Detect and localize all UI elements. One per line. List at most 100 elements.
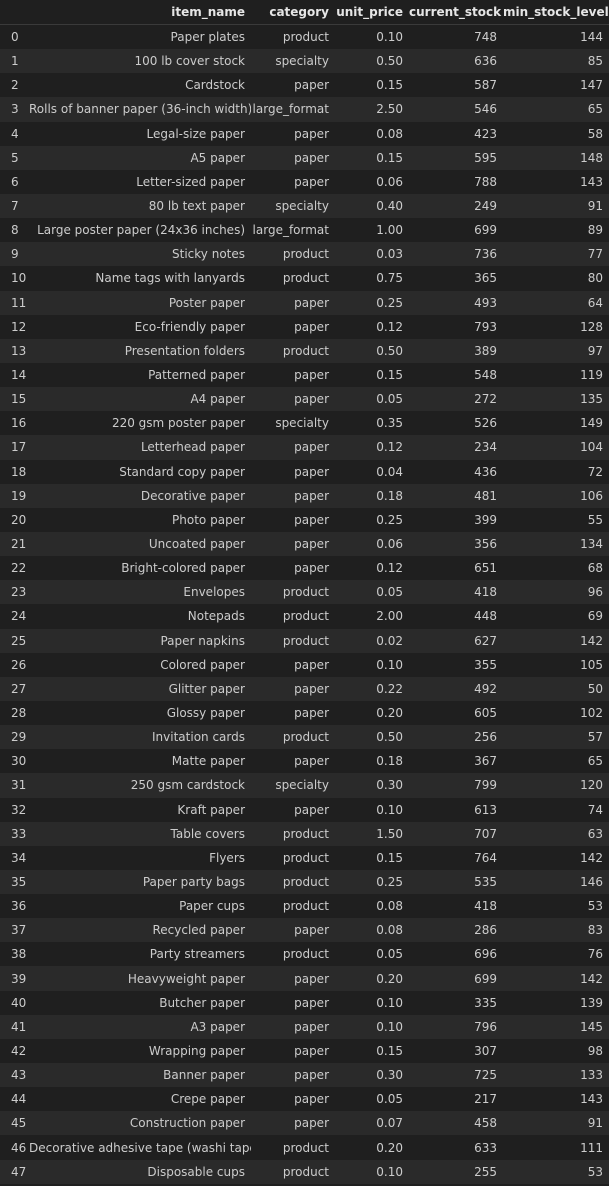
row-index: 39 xyxy=(11,971,27,986)
item-name-cell: Cardstock xyxy=(185,78,245,93)
min-stock-level-cell: 142 xyxy=(580,633,603,648)
category-cell: paper xyxy=(294,537,329,552)
item-name-cell: Uncoated paper xyxy=(148,537,245,552)
min-stock-level-cell: 105 xyxy=(580,657,603,672)
row-index: 37 xyxy=(11,923,27,938)
table-header: item_name category unit_price current_st… xyxy=(0,0,609,25)
table-row: 36 Paper cups product 0.08 418 53 xyxy=(0,894,609,919)
row-index: 41 xyxy=(11,1019,27,1034)
unit-price-cell: 0.07 xyxy=(376,1116,403,1131)
current-stock-cell: 535 xyxy=(474,874,497,889)
current-stock-cell: 217 xyxy=(474,1092,497,1107)
table-row: 33 Table covers product 1.50 707 63 xyxy=(0,821,609,846)
table-body: 0 Paper plates product 0.10 748 144 1 100 lb co… xyxy=(0,24,609,1184)
table-row: 44 Crepe paper paper 0.05 217 143 xyxy=(0,1087,609,1112)
unit-price-cell: 0.10 xyxy=(376,30,403,45)
min-stock-level-cell: 55 xyxy=(587,512,603,527)
table-row: 32 Kraft paper paper 0.10 613 74 xyxy=(0,797,609,822)
unit-price-cell: 0.10 xyxy=(376,802,403,817)
category-cell: product xyxy=(282,30,329,45)
unit-price-cell: 0.12 xyxy=(376,561,403,576)
category-cell: paper xyxy=(294,126,329,141)
unit-price-cell: 0.50 xyxy=(376,54,403,69)
table-row: 7 80 lb text paper specialty 0.40 249 91 xyxy=(0,193,609,219)
table-row: 26 Colored paper paper 0.10 355 105 xyxy=(0,652,609,677)
unit-price-cell: 0.12 xyxy=(376,319,403,334)
category-cell: large_format xyxy=(252,102,329,117)
min-stock-level-cell: 147 xyxy=(580,78,603,93)
current-stock-cell: 793 xyxy=(474,319,497,334)
min-stock-level-cell: 58 xyxy=(587,126,603,141)
min-stock-level-cell: 89 xyxy=(587,223,603,238)
min-stock-level-cell: 64 xyxy=(587,295,603,310)
category-cell: paper xyxy=(294,1019,329,1034)
table-row: 41 A3 paper paper 0.10 796 145 xyxy=(0,1014,609,1039)
current-stock-cell: 335 xyxy=(474,995,497,1010)
table-row: 25 Paper napkins product 0.02 627 142 xyxy=(0,628,609,653)
column-header-unit-price: unit_price xyxy=(335,0,409,25)
unit-price-cell: 0.20 xyxy=(376,971,403,986)
item-name-cell: Heavyweight paper xyxy=(127,971,245,986)
category-cell: paper xyxy=(294,78,329,93)
table-row: 21 Uncoated paper paper 0.06 356 134 xyxy=(0,531,609,557)
item-name-cell: 80 lb text paper xyxy=(148,199,245,214)
row-index: 4 xyxy=(11,126,19,141)
min-stock-level-cell: 91 xyxy=(587,199,603,214)
min-stock-level-cell: 53 xyxy=(587,899,603,914)
row-index: 40 xyxy=(11,995,27,1010)
category-cell: paper xyxy=(294,174,329,189)
category-cell: paper xyxy=(294,754,329,769)
min-stock-level-cell: 149 xyxy=(580,416,603,431)
item-name-cell: Butcher paper xyxy=(159,995,245,1010)
unit-price-cell: 0.06 xyxy=(376,537,403,552)
current-stock-cell: 788 xyxy=(474,174,497,189)
category-cell: paper xyxy=(294,995,329,1010)
category-cell: product xyxy=(282,826,329,841)
table-row: 19 Decorative paper paper 0.18 481 106 xyxy=(0,483,609,508)
unit-price-cell: 0.12 xyxy=(376,440,403,455)
unit-price-cell: 0.18 xyxy=(376,488,403,503)
item-name-cell: A5 paper xyxy=(190,150,245,165)
item-name-cell: Construction paper xyxy=(129,1116,245,1131)
unit-price-cell: 2.50 xyxy=(376,102,403,117)
category-cell: product xyxy=(282,633,329,648)
current-stock-cell: 651 xyxy=(474,561,497,576)
current-stock-cell: 418 xyxy=(474,899,497,914)
category-cell: product xyxy=(282,609,329,624)
table-row: 47 Disposable cups product 0.10 255 53 xyxy=(0,1159,609,1184)
category-cell: product xyxy=(282,247,329,262)
table-row: 9 Sticky notes product 0.03 736 77 xyxy=(0,242,609,267)
row-index: 20 xyxy=(11,512,27,527)
table-row: 28 Glossy paper paper 0.20 605 102 xyxy=(0,700,609,726)
table-row: 16 220 gsm poster paper specialty 0.35 526 14… xyxy=(0,411,609,436)
row-index: 3 xyxy=(11,102,19,117)
row-index: 36 xyxy=(11,899,27,914)
current-stock-cell: 605 xyxy=(474,706,497,720)
unit-price-cell: 0.08 xyxy=(376,899,403,914)
unit-price-cell: 0.15 xyxy=(376,368,403,383)
row-index: 45 xyxy=(11,1116,27,1131)
table-row: 31 250 gsm cardstock specialty 0.30 799 120 xyxy=(0,773,609,798)
row-index: 29 xyxy=(11,730,27,745)
min-stock-level-cell: 148 xyxy=(580,150,603,165)
category-cell: product xyxy=(282,874,329,889)
row-index: 34 xyxy=(11,850,27,865)
row-index: 2 xyxy=(11,78,19,93)
column-header-min-stock-level: min_stock_level xyxy=(503,0,609,25)
item-name-cell: 100 lb cover stock xyxy=(134,54,245,69)
row-index: 32 xyxy=(11,802,27,817)
current-stock-cell: 699 xyxy=(474,971,497,986)
item-name-cell: Paper cups xyxy=(179,899,245,914)
current-stock-cell: 367 xyxy=(474,754,497,769)
category-cell: product xyxy=(282,850,329,865)
category-cell: product xyxy=(282,1140,329,1155)
category-cell: paper xyxy=(294,681,329,696)
current-stock-cell: 249 xyxy=(474,199,497,214)
unit-price-cell: 1.50 xyxy=(376,826,403,841)
category-cell: product xyxy=(282,947,329,962)
table-row: 38 Party streamers product 0.05 696 76 xyxy=(0,942,609,967)
item-name-cell: Paper napkins xyxy=(160,633,245,648)
unit-price-cell: 0.30 xyxy=(376,1068,403,1083)
item-name-cell: Party streamers xyxy=(149,947,245,962)
table-row: 14 Patterned paper paper 0.15 548 119 xyxy=(0,362,609,388)
